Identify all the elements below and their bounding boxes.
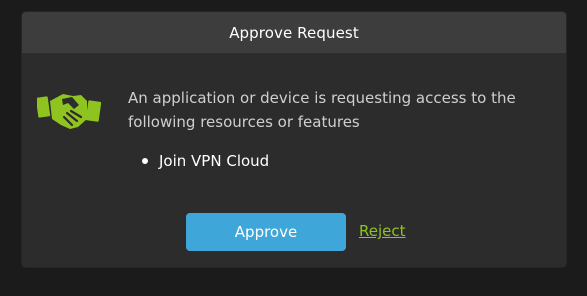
approve-button[interactable]: Approve — [186, 213, 346, 251]
handshake-icon — [35, 89, 102, 133]
request-message: An application or device is requesting a… — [128, 89, 516, 131]
approve-request-dialog: Approve Request An application or device… — [22, 12, 566, 267]
dialog-body: An application or device is requesting a… — [22, 53, 566, 267]
resource-list: Join VPN Cloud — [142, 151, 269, 171]
dialog-title: Approve Request — [22, 12, 566, 53]
reject-link[interactable]: Reject — [359, 222, 406, 240]
resource-item: Join VPN Cloud — [142, 151, 269, 171]
